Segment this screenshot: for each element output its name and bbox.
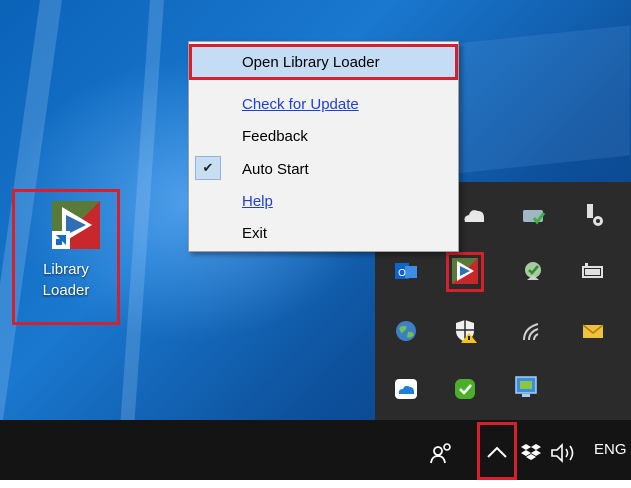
shortcut-label-line1: Library [43,261,89,278]
network-check-icon[interactable] [520,258,546,284]
windows-security-icon[interactable] [452,318,478,344]
green-check-icon[interactable] [452,376,478,402]
menu-item-open-library-loader[interactable]: Open Library Loader [189,44,458,80]
library-loader-desktop-shortcut[interactable]: Library Loader [12,189,120,325]
library-loader-tray-icon[interactable] [452,258,478,284]
mail-icon[interactable] [580,318,606,344]
menu-item-label: Feedback [242,128,308,145]
cloud-icon[interactable] [393,376,419,402]
screenshot-edge [0,480,631,488]
library-loader-icon [52,201,100,249]
volume-icon[interactable] [550,442,586,464]
show-hidden-icons-chevron-up-icon[interactable] [484,442,510,462]
onedrive-icon[interactable] [461,202,487,228]
display-icon[interactable] [513,374,539,400]
outlook-icon[interactable]: O [393,258,419,284]
menu-item-label: Auto Start [242,161,309,178]
menu-item-label: Exit [242,225,268,242]
menu-item-feedback[interactable]: Feedback [191,120,456,152]
language-indicator[interactable]: ENG [594,441,627,458]
checkmark-icon: ✔ [195,156,221,180]
menu-item-auto-start[interactable]: ✔ Auto Start [191,153,456,185]
menu-item-label: Check for Update [242,96,359,113]
network-status-icon[interactable] [520,202,546,228]
globe-icon[interactable] [393,318,419,344]
wifi-icon[interactable] [520,318,546,344]
dropbox-icon[interactable] [520,442,542,462]
menu-item-label: Open Library Loader [242,54,380,71]
shortcut-label-line2: Loader [42,282,90,299]
tray-context-menu: Open Library Loader Check for Update Fee… [188,41,459,252]
light-beam [120,0,164,420]
svg-text:O: O [398,268,406,279]
people-icon[interactable] [428,440,454,466]
menu-item-label: Help [242,193,273,210]
menu-item-check-for-update[interactable]: Check for Update [191,88,456,120]
battery-icon[interactable] [580,258,606,284]
menu-item-help[interactable]: Help [191,185,456,217]
menu-item-exit[interactable]: Exit [191,217,456,249]
usb-device-icon[interactable] [580,202,606,228]
